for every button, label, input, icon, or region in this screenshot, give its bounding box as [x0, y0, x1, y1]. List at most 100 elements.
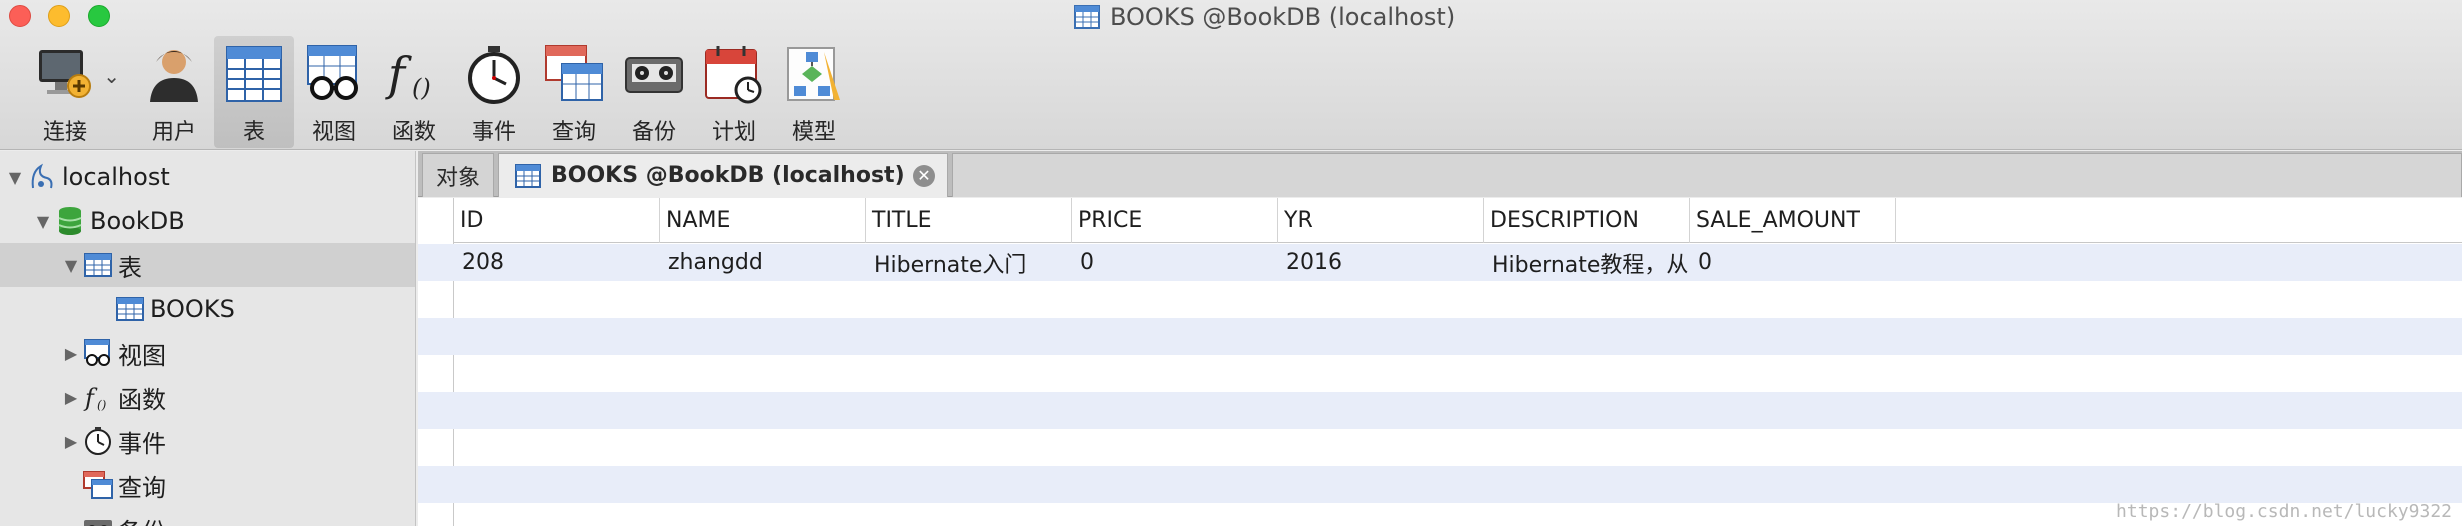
- tree-item-views[interactable]: ▶ 视图: [0, 331, 415, 375]
- disclosure-expanded-icon[interactable]: ▼: [32, 212, 54, 231]
- toolbar-schedule-button[interactable]: 计划: [694, 36, 774, 148]
- column-header-name[interactable]: NAME: [660, 198, 866, 243]
- event-icon: [82, 426, 114, 456]
- row-selector[interactable]: [418, 392, 454, 429]
- main-toolbar: ⌄ 连接 用户 表 视图 f () 函数 事件 查询 备份 计划 模型: [0, 36, 854, 148]
- empty-row: [454, 355, 2462, 392]
- server-icon: [26, 162, 58, 192]
- navicat-window: BOOKS @BookDB (localhost) ⌄ 连接 用户 表 视图 f…: [0, 0, 2462, 526]
- cell-description[interactable]: Hibernate教程，从: [1484, 244, 1690, 281]
- svg-text:(): (): [97, 398, 107, 412]
- toolbar-function-button[interactable]: f () 函数: [374, 36, 454, 148]
- tree-item-label: 备份: [118, 512, 166, 526]
- watermark: https://blog.csdn.net/lucky9322: [2116, 501, 2452, 522]
- query-icon: [542, 42, 606, 106]
- minimize-window-button[interactable]: [48, 5, 70, 27]
- cell-id[interactable]: 208: [454, 244, 660, 281]
- column-header-title[interactable]: TITLE: [866, 198, 1072, 243]
- tree-item-queries[interactable]: 查询: [0, 463, 415, 507]
- cell-sale-amount[interactable]: 0: [1690, 244, 1896, 281]
- toolbar-label: 计划: [711, 120, 756, 145]
- column-header-sale-amount[interactable]: SALE_AMOUNT: [1690, 198, 1896, 243]
- toolbar-query-button[interactable]: 查询: [534, 36, 614, 148]
- cell-title[interactable]: Hibernate入门: [866, 244, 1072, 281]
- query-icon: [82, 470, 114, 500]
- tree-item-bookdb[interactable]: ▼ BookDB: [0, 199, 415, 243]
- backup-icon: [622, 42, 686, 106]
- column-header-price[interactable]: PRICE: [1072, 198, 1278, 243]
- disclosure-collapsed-icon[interactable]: ▶: [60, 344, 82, 363]
- tab-objects[interactable]: 对象: [422, 153, 494, 197]
- table-icon: [114, 294, 146, 324]
- event-icon: [462, 42, 526, 106]
- connection-icon: [33, 42, 97, 106]
- svg-text:f: f: [385, 47, 412, 101]
- table-icon: [515, 163, 541, 188]
- tree-item-label: 视图: [118, 341, 166, 370]
- table-row[interactable]: 208 zhangdd Hibernate入门 0 2016 Hibernate…: [454, 244, 2462, 281]
- tab-label: 对象: [435, 165, 480, 191]
- tree-item-label: localhost: [62, 163, 170, 191]
- tree-item-label: 事件: [118, 429, 166, 458]
- tree-item-label: 查询: [118, 473, 166, 502]
- close-tab-icon[interactable]: ✕: [913, 165, 935, 187]
- object-tree-sidebar: ▼ localhost ▼ BookDB ▼ 表 BOOKS ▶ 视图 ▶ f …: [0, 151, 416, 526]
- column-header-id[interactable]: ID: [454, 198, 660, 243]
- chevron-down-icon[interactable]: ⌄: [103, 64, 120, 88]
- empty-row: [454, 318, 2462, 355]
- empty-row: [454, 429, 2462, 466]
- tab-bar: 对象 BOOKS @BookDB (localhost) ✕: [418, 151, 2462, 197]
- close-window-button[interactable]: [9, 5, 31, 27]
- row-selector[interactable]: [418, 244, 454, 281]
- tree-item-functions[interactable]: ▶ f() 函数: [0, 375, 415, 419]
- cell-yr[interactable]: 2016: [1278, 244, 1484, 281]
- toolbar-label: 查询: [551, 120, 596, 145]
- toolbar-event-button[interactable]: 事件: [454, 36, 534, 148]
- toolbar-table-button[interactable]: 表: [214, 36, 294, 148]
- window-title-text: BOOKS @BookDB (localhost): [1110, 3, 1456, 31]
- toolbar-label: 事件: [471, 120, 516, 145]
- disclosure-collapsed-icon[interactable]: ▶: [60, 432, 82, 451]
- cell-name[interactable]: zhangdd: [660, 244, 866, 281]
- toolbar-label: 模型: [791, 120, 836, 145]
- row-selector[interactable]: [418, 466, 454, 503]
- tree-item-books[interactable]: BOOKS: [0, 287, 415, 331]
- title-bar: BOOKS @BookDB (localhost) ⌄ 连接 用户 表 视图 f…: [0, 0, 2462, 150]
- svg-text:f: f: [83, 384, 98, 412]
- row-selector[interactable]: [418, 318, 454, 355]
- zoom-window-button[interactable]: [88, 5, 110, 27]
- table-icon: [222, 42, 286, 106]
- toolbar-label: 连接: [42, 120, 87, 145]
- tab-books-table[interactable]: BOOKS @BookDB (localhost) ✕: [498, 153, 948, 197]
- disclosure-collapsed-icon[interactable]: ▶: [60, 388, 82, 407]
- column-header-yr[interactable]: YR: [1278, 198, 1484, 243]
- empty-row: [454, 466, 2462, 503]
- grid-header: ID NAME TITLE PRICE YR DESCRIPTION SALE_…: [454, 198, 2462, 243]
- column-header-description[interactable]: DESCRIPTION: [1484, 198, 1690, 243]
- toolbar-label: 视图: [311, 120, 356, 145]
- disclosure-expanded-icon[interactable]: ▼: [4, 168, 26, 187]
- view-icon: [302, 42, 366, 106]
- toolbar-model-button[interactable]: 模型: [774, 36, 854, 148]
- tree-item-tables[interactable]: ▼ 表: [0, 243, 415, 287]
- toolbar-label: 备份: [631, 120, 676, 145]
- user-icon: [142, 42, 206, 106]
- empty-row: [454, 281, 2462, 318]
- tree-item-localhost[interactable]: ▼ localhost: [0, 155, 415, 199]
- table-icon: [82, 250, 114, 280]
- model-icon: [782, 42, 846, 106]
- svg-text:(): (): [412, 74, 431, 102]
- schedule-icon: [702, 42, 766, 106]
- cell-price[interactable]: 0: [1072, 244, 1278, 281]
- toolbar-backup-button[interactable]: 备份: [614, 36, 694, 148]
- tree-item-events[interactable]: ▶ 事件: [0, 419, 415, 463]
- view-icon: [82, 338, 114, 368]
- window-title: BOOKS @BookDB (localhost): [1074, 0, 1455, 34]
- toolbar-user-button[interactable]: 用户: [134, 36, 214, 148]
- toolbar-label: 表: [242, 120, 265, 145]
- tree-item-backups[interactable]: 备份: [0, 507, 415, 526]
- toolbar-view-button[interactable]: 视图: [294, 36, 374, 148]
- disclosure-expanded-icon[interactable]: ▼: [60, 256, 82, 275]
- toolbar-label: 用户: [151, 120, 196, 145]
- toolbar-connect-button[interactable]: ⌄ 连接: [22, 36, 134, 148]
